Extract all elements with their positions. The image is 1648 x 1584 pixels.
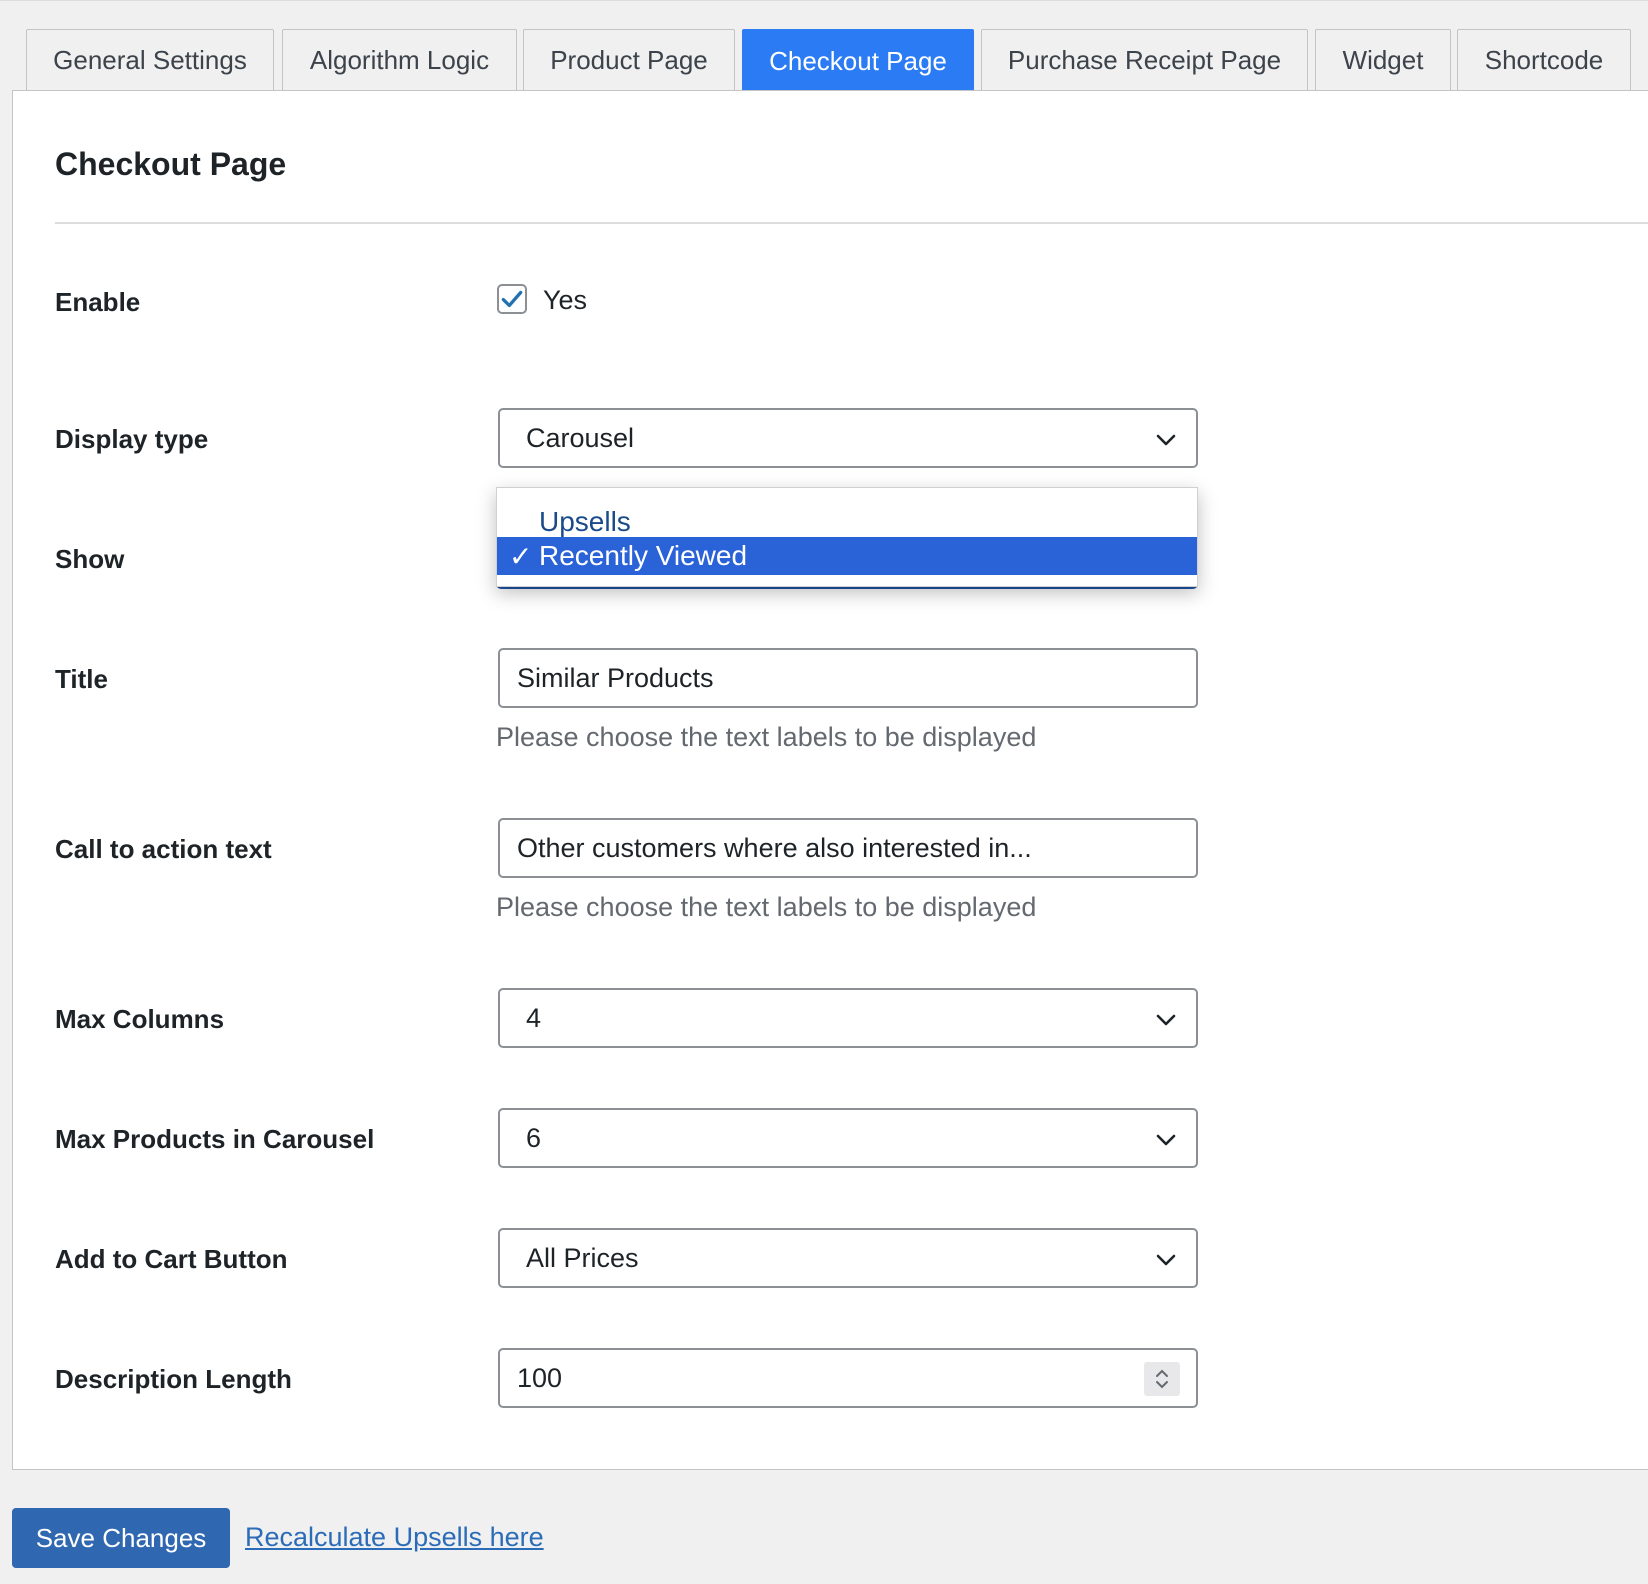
tab-checkout-page[interactable]: Checkout Page — [742, 29, 974, 93]
title-label: Title — [55, 664, 108, 694]
display-type-value: Carousel — [526, 422, 635, 453]
title-help-text: Please choose the text labels to be disp… — [496, 722, 1037, 752]
title-input[interactable]: Similar Products — [498, 648, 1198, 708]
show-option-recently-viewed-label: Recently Viewed — [539, 540, 748, 571]
add-to-cart-label: Add to Cart Button — [55, 1244, 288, 1274]
number-spinner[interactable] — [1144, 1362, 1180, 1396]
cta-input-value: Other customers where also interested in… — [517, 832, 1032, 863]
description-length-input[interactable]: 100 — [498, 1348, 1198, 1408]
recalculate-upsells-link[interactable]: Recalculate Upsells here — [245, 1522, 544, 1553]
add-to-cart-select[interactable]: All Prices — [498, 1228, 1198, 1288]
description-length-label: Description Length — [55, 1364, 292, 1394]
tab-shortcode[interactable]: Shortcode — [1457, 29, 1631, 91]
show-option-recently-viewed[interactable]: ✓ Recently Viewed — [497, 537, 1197, 575]
tab-algorithm-logic[interactable]: Algorithm Logic — [282, 29, 517, 91]
chevron-down-icon — [1156, 1014, 1176, 1026]
tab-product-page[interactable]: Product Page — [523, 29, 735, 91]
show-option-upsells-label: Upsells — [539, 506, 631, 537]
enable-option-label: Yes — [543, 285, 588, 315]
cta-label: Call to action text — [55, 834, 272, 864]
max-products-select[interactable]: 6 — [498, 1108, 1198, 1168]
chevron-down-icon — [1156, 1134, 1176, 1146]
enable-checkbox[interactable] — [497, 284, 527, 314]
section-title: Checkout Page — [55, 146, 287, 182]
show-label: Show — [55, 544, 125, 574]
checkmark-icon — [501, 290, 523, 308]
chevron-down-icon — [1156, 434, 1176, 446]
show-dropdown-menu: Upsells ✓ Recently Viewed — [496, 487, 1198, 587]
tab-purchase-receipt-page[interactable]: Purchase Receipt Page — [981, 29, 1308, 91]
add-to-cart-value: All Prices — [526, 1242, 639, 1273]
enable-label: Enable — [55, 287, 141, 317]
display-type-select[interactable]: Carousel — [498, 408, 1198, 468]
tab-widget[interactable]: Widget — [1315, 29, 1451, 91]
max-columns-label: Max Columns — [55, 1004, 225, 1034]
description-length-value: 100 — [517, 1362, 563, 1393]
max-columns-select[interactable]: 4 — [498, 988, 1198, 1048]
show-option-upsells[interactable]: Upsells — [497, 503, 1197, 541]
max-products-label: Max Products in Carousel — [55, 1124, 375, 1154]
max-columns-value: 4 — [526, 1002, 542, 1033]
title-input-value: Similar Products — [517, 662, 714, 693]
chevron-down-icon — [1156, 1254, 1176, 1266]
tab-general-settings[interactable]: General Settings — [26, 29, 274, 91]
max-products-value: 6 — [526, 1122, 542, 1153]
cta-help-text: Please choose the text labels to be disp… — [496, 892, 1037, 922]
save-changes-button[interactable]: Save Changes — [12, 1508, 230, 1568]
selected-check-icon: ✓ — [509, 540, 533, 572]
chevron-down-icon[interactable] — [1154, 1379, 1170, 1391]
settings-tabs: General Settings Algorithm Logic Product… — [0, 0, 1648, 93]
chevron-up-icon[interactable] — [1154, 1367, 1170, 1379]
display-type-label: Display type — [55, 424, 209, 454]
cta-input[interactable]: Other customers where also interested in… — [498, 818, 1198, 878]
section-divider — [55, 222, 1648, 224]
